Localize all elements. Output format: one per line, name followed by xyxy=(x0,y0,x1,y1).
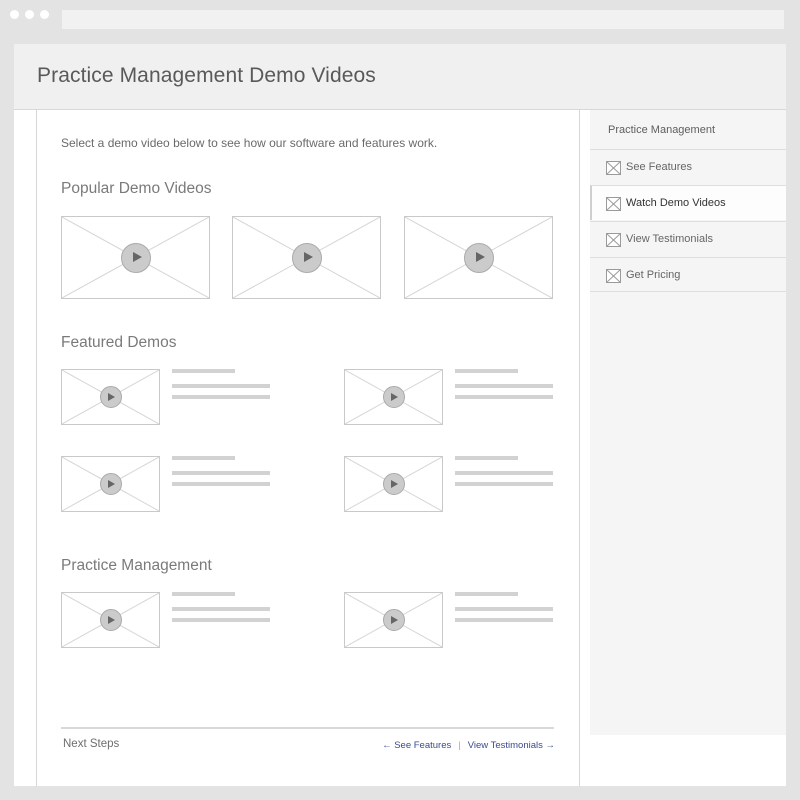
main-content: Select a demo video below to see how our… xyxy=(36,110,580,786)
sidebar-item-see-features[interactable]: See Features xyxy=(590,149,786,184)
window-controls xyxy=(10,10,49,19)
sidebar-item-view-testimonials[interactable]: View Testimonials xyxy=(590,221,786,256)
text-placeholder-line xyxy=(172,384,270,388)
see-features-link[interactable]: ← See Features xyxy=(382,740,451,751)
text-placeholder-line xyxy=(172,369,235,373)
sidebar-item-label: View Testimonials xyxy=(626,233,714,245)
page-title: Practice Management Demo Videos xyxy=(37,64,376,87)
placeholder-icon xyxy=(606,233,621,247)
text-placeholder-line xyxy=(455,607,553,611)
video-thumbnail[interactable] xyxy=(404,216,553,299)
text-placeholder-line xyxy=(172,482,270,486)
placeholder-icon xyxy=(606,269,621,283)
text-placeholder-line xyxy=(455,471,553,475)
text-placeholder-line xyxy=(172,395,270,399)
play-icon[interactable] xyxy=(99,609,122,631)
window-dot[interactable] xyxy=(40,10,49,19)
text-placeholder-line xyxy=(172,592,235,596)
text-placeholder-line xyxy=(455,384,553,388)
text-placeholder-line xyxy=(455,456,518,460)
view-testimonials-link[interactable]: View Testimonials → xyxy=(468,740,555,751)
play-icon[interactable] xyxy=(382,609,405,631)
placeholder-icon xyxy=(606,197,621,211)
play-icon[interactable] xyxy=(382,386,405,408)
placeholder-icon xyxy=(606,161,621,175)
sidebar-item-watch-demo-videos[interactable]: Watch Demo Videos xyxy=(590,185,786,220)
sidebar-item-get-pricing[interactable]: Get Pricing xyxy=(590,257,786,292)
play-icon[interactable] xyxy=(291,242,322,273)
video-thumbnail[interactable] xyxy=(61,216,210,299)
link-separator: | xyxy=(458,740,461,751)
text-placeholder-line xyxy=(172,471,270,475)
play-icon[interactable] xyxy=(120,242,151,273)
browser-window: Practice Management Demo Videos Select a… xyxy=(14,44,786,786)
footer-divider xyxy=(61,727,554,729)
sidebar-item-label: Get Pricing xyxy=(626,268,681,281)
text-placeholder-line xyxy=(455,369,518,373)
video-thumbnail[interactable] xyxy=(61,592,160,648)
text-placeholder-line xyxy=(455,395,553,399)
next-steps-nav: ← See Features | View Testimonials → xyxy=(382,740,555,751)
window-dot[interactable] xyxy=(25,10,34,19)
sidebar-item-label: Watch Demo Videos xyxy=(626,197,726,209)
text-placeholder-line xyxy=(455,618,553,622)
play-icon[interactable] xyxy=(99,473,122,495)
text-placeholder-line xyxy=(172,607,270,611)
text-placeholder-line xyxy=(455,482,553,486)
video-thumbnail[interactable] xyxy=(61,456,160,512)
page-header: Practice Management Demo Videos xyxy=(14,44,786,110)
text-placeholder-line xyxy=(455,592,518,596)
video-thumbnail[interactable] xyxy=(344,592,443,648)
play-icon[interactable] xyxy=(99,386,122,408)
sidebar-heading: Practice Management xyxy=(608,124,715,136)
video-thumbnail[interactable] xyxy=(344,369,443,425)
text-placeholder-line xyxy=(172,456,235,460)
text-placeholder-line xyxy=(172,618,270,622)
play-icon[interactable] xyxy=(382,473,405,495)
address-bar[interactable] xyxy=(62,10,784,29)
intro-text: Select a demo video below to see how our… xyxy=(61,136,438,150)
video-thumbnail[interactable] xyxy=(232,216,381,299)
section-title-featured: Featured Demos xyxy=(61,334,177,351)
section-title-practice-management: Practice Management xyxy=(61,557,212,574)
sidebar-item-label: See Features xyxy=(626,161,693,173)
window-dot[interactable] xyxy=(10,10,19,19)
section-title-popular: Popular Demo Videos xyxy=(61,180,212,197)
play-icon[interactable] xyxy=(463,242,494,273)
next-steps-label: Next Steps xyxy=(63,738,120,750)
sidebar: Practice Management See Features Watch D… xyxy=(590,110,786,735)
video-thumbnail[interactable] xyxy=(344,456,443,512)
video-thumbnail[interactable] xyxy=(61,369,160,425)
